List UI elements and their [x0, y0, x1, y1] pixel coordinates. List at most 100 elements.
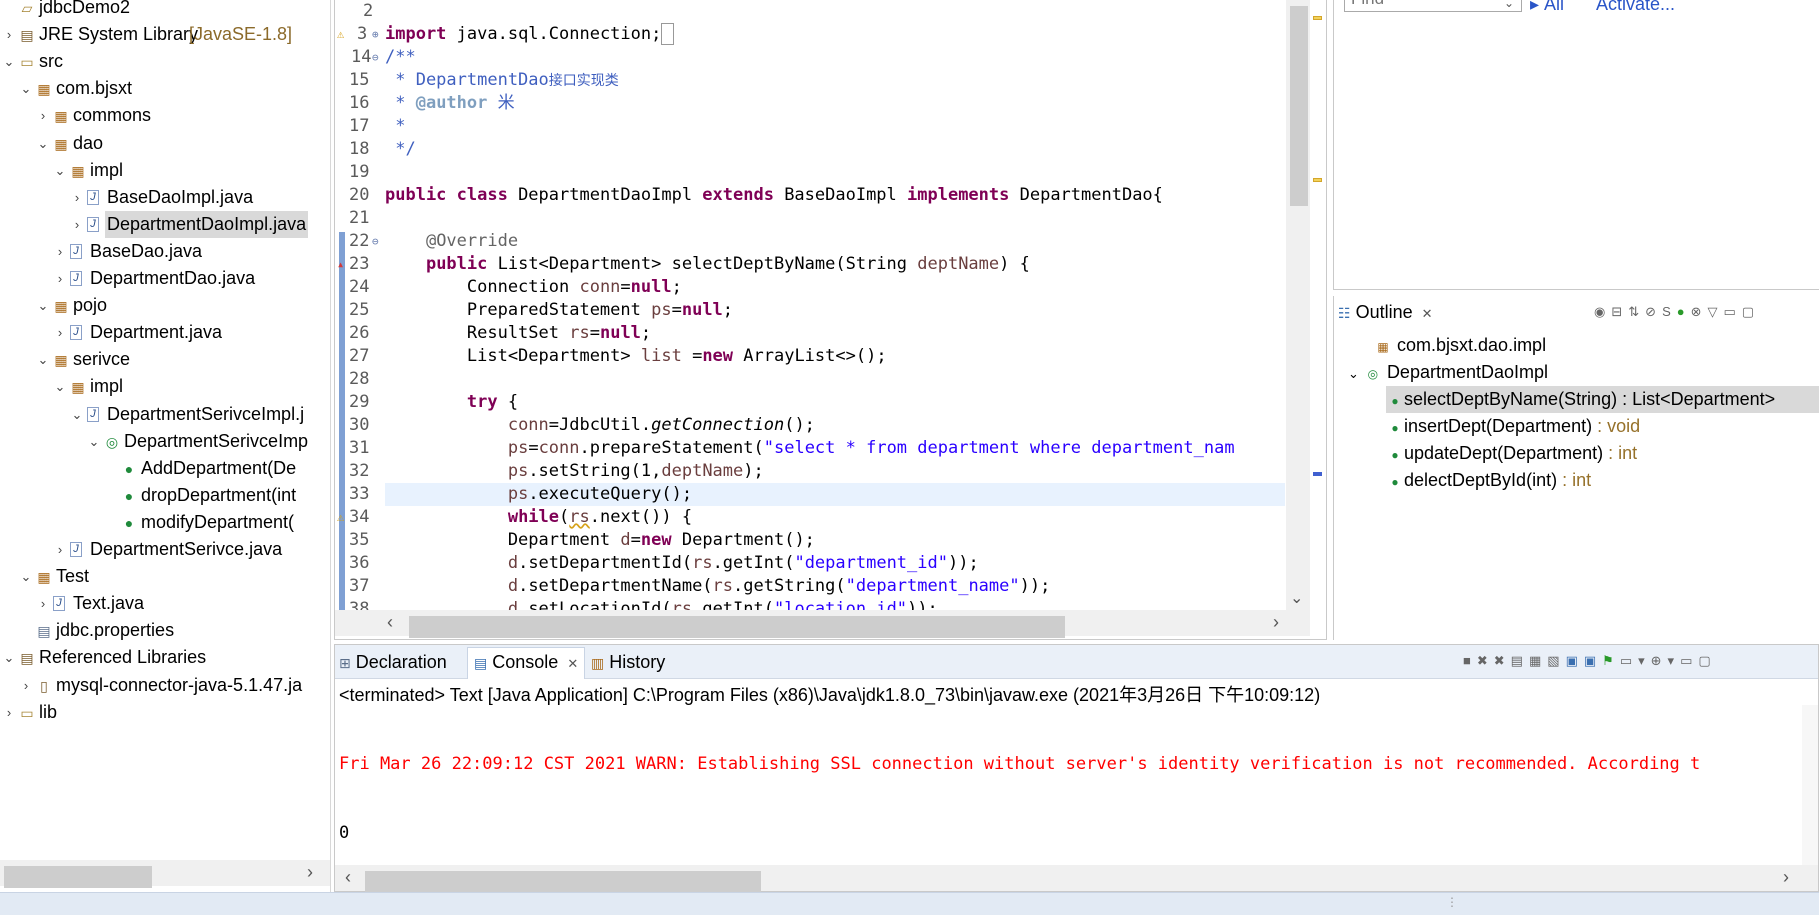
- tree-item[interactable]: › ▤ JRE System Library [JavaSE-1.8]: [0, 21, 330, 48]
- chevron-right-icon[interactable]: ›: [70, 184, 84, 211]
- tree-item[interactable]: ⌄ ▦ dao: [0, 130, 330, 157]
- tree-item[interactable]: › J Department.java: [0, 319, 330, 346]
- code-line[interactable]: try {: [385, 391, 1285, 414]
- maximize-icon[interactable]: ▢: [1698, 653, 1716, 668]
- pin-console-icon[interactable]: ⚑: [1602, 653, 1620, 668]
- warning-marker-icon[interactable]: ⚠: [337, 506, 344, 529]
- chevron-right-icon[interactable]: ›: [53, 319, 67, 346]
- scroll-down-icon[interactable]: ⌄: [1290, 588, 1303, 608]
- code-line[interactable]: while(rs.next()) {: [385, 506, 1285, 529]
- chevron-right-icon[interactable]: ›: [2, 699, 16, 726]
- code-line[interactable]: PreparedStatement ps=null;: [385, 299, 1285, 322]
- code-line[interactable]: ps=conn.prepareStatement("select * from …: [385, 437, 1285, 460]
- code-line[interactable]: * @author 米: [385, 92, 1285, 115]
- close-icon[interactable]: ✕: [567, 656, 578, 671]
- overview-ruler[interactable]: [1310, 0, 1326, 610]
- find-input[interactable]: Find: [1344, 0, 1522, 12]
- code-line[interactable]: @Override: [385, 230, 1285, 253]
- code-line[interactable]: /**: [385, 46, 1285, 69]
- scroll-right-icon[interactable]: ›: [307, 862, 313, 883]
- chevron-right-icon[interactable]: ›: [70, 211, 84, 238]
- current-code-line[interactable]: ps.executeQuery();: [385, 483, 1285, 506]
- outline-package[interactable]: ▦ com.bjsxt.dao.impl: [1374, 332, 1546, 359]
- clear-console-icon[interactable]: ▤: [1511, 653, 1529, 668]
- code-line[interactable]: */: [385, 138, 1285, 161]
- tree-item[interactable]: ⌄ J DepartmentSerivceImpl.j: [0, 401, 330, 428]
- code-line[interactable]: Department d=new Department();: [385, 529, 1285, 552]
- tree-item[interactable]: ▱ jdbcDemo2: [0, 0, 330, 21]
- collapse-all-icon[interactable]: ⊟: [1611, 304, 1628, 319]
- outline-member[interactable]: ● updateDept(Department) : int: [1386, 440, 1637, 467]
- scroll-left-icon[interactable]: ‹: [345, 867, 351, 888]
- fold-collapse-icon[interactable]: ⊖: [372, 230, 379, 253]
- fold-collapse-icon[interactable]: ⊖: [372, 46, 379, 69]
- console-output[interactable]: Fri Mar 26 22:09:12 CST 2021 WARN: Estab…: [339, 707, 1700, 891]
- scroll-right-icon[interactable]: ›: [1783, 867, 1789, 888]
- chevron-right-icon[interactable]: ›: [19, 672, 33, 699]
- scrollbar-thumb[interactable]: [1290, 6, 1308, 206]
- maximize-icon[interactable]: ▢: [1742, 304, 1760, 319]
- editor-horizontal-scrollbar[interactable]: ‹ ›: [335, 610, 1310, 638]
- code-line[interactable]: import java.sql.Connection;: [385, 23, 1285, 46]
- tree-item[interactable]: ● dropDepartment(int: [0, 482, 330, 509]
- terminate-icon[interactable]: ■: [1463, 653, 1477, 668]
- word-wrap-icon[interactable]: ▧: [1547, 653, 1565, 668]
- code-line[interactable]: conn=JdbcUtil.getConnection();: [385, 414, 1285, 437]
- tab-console[interactable]: ▤ Console ✕: [467, 647, 586, 679]
- code-line[interactable]: d.setDepartmentName(rs.getString("depart…: [385, 575, 1285, 598]
- editor-vertical-scrollbar[interactable]: ⌄: [1286, 0, 1310, 610]
- scroll-lock-icon[interactable]: ▦: [1529, 653, 1547, 668]
- tree-item[interactable]: › J DepartmentDao.java: [0, 265, 330, 292]
- chevron-down-icon[interactable]: ⌄: [2, 48, 16, 75]
- scrollbar-thumb[interactable]: [4, 866, 152, 888]
- fold-expand-icon[interactable]: ⊕: [372, 23, 379, 46]
- minimize-icon[interactable]: ▭: [1724, 304, 1742, 319]
- warning-marker-icon[interactable]: ⚠: [337, 23, 344, 46]
- chevron-down-icon[interactable]: ⌄: [1348, 366, 1359, 381]
- chevron-down-icon[interactable]: ⌄: [53, 157, 67, 184]
- override-marker-icon[interactable]: ▴: [337, 253, 344, 276]
- chevron-down-icon[interactable]: ⌄: [36, 292, 50, 319]
- remove-launch-icon[interactable]: ✖: [1477, 653, 1494, 668]
- tree-item[interactable]: › ▭ lib: [0, 699, 330, 726]
- tree-item[interactable]: ⌄ ▦ serivce: [0, 346, 330, 373]
- tab-outline[interactable]: ☷ Outline ✕: [1338, 298, 1433, 326]
- scrollbar-thumb[interactable]: [409, 616, 1065, 638]
- tree-item[interactable]: ⌄ ◎ DepartmentSerivceImp: [0, 428, 330, 455]
- console-vertical-scrollbar[interactable]: [1802, 705, 1818, 867]
- scroll-left-icon[interactable]: ‹: [387, 612, 393, 633]
- outline-member[interactable]: ● insertDept(Department) : void: [1386, 413, 1640, 440]
- hide-local-types-icon[interactable]: ⊗: [1691, 304, 1708, 319]
- code-line[interactable]: [385, 161, 1285, 184]
- tree-item[interactable]: ⌄ ▭ src: [0, 48, 330, 75]
- outline-member[interactable]: ● selectDeptByName(String) : List<Departm…: [1386, 386, 1819, 413]
- chevron-right-icon[interactable]: ›: [53, 536, 67, 563]
- occurrence-annotation-icon[interactable]: [1313, 472, 1322, 476]
- console-horizontal-scrollbar[interactable]: ‹ ›: [335, 865, 1818, 893]
- code-line[interactable]: [385, 207, 1285, 230]
- hide-fields-icon[interactable]: ⊘: [1645, 304, 1662, 319]
- explorer-horizontal-scrollbar[interactable]: ›: [0, 860, 330, 888]
- code-line[interactable]: ps.setString(1,deptName);: [385, 460, 1285, 483]
- tree-item[interactable]: › ▦ commons: [0, 102, 330, 129]
- chevron-down-icon[interactable]: ▾: [1638, 653, 1651, 668]
- code-line[interactable]: * DepartmentDao接口实现类: [385, 69, 1285, 92]
- outline-class[interactable]: ⌄ ◎ DepartmentDaoImpl: [1348, 359, 1548, 386]
- outline-member[interactable]: ● delectDeptById(int) : int: [1386, 467, 1591, 494]
- chevron-down-icon[interactable]: ⌄: [36, 346, 50, 373]
- warning-annotation-icon[interactable]: [1313, 178, 1322, 182]
- warning-annotation-icon[interactable]: [1313, 16, 1322, 20]
- outline-toolbar[interactable]: ◉⊟⇅⊘S●⊗▽▭▢: [1594, 304, 1760, 320]
- code-line[interactable]: Connection conn=null;: [385, 276, 1285, 299]
- code-line[interactable]: d.setDepartmentId(rs.getInt("department_…: [385, 552, 1285, 575]
- tree-item[interactable]: ● AddDepartment(De: [0, 455, 330, 482]
- tab-history[interactable]: ▥ History: [591, 648, 665, 676]
- tree-item[interactable]: ⌄ ▦ impl: [0, 373, 330, 400]
- console-toolbar[interactable]: ■✖✖▤▦▧▣▣⚑▭▾⊕▾▭▢: [1463, 653, 1717, 669]
- view-menu-icon[interactable]: ▽: [1708, 304, 1724, 319]
- tree-item[interactable]: ⌄ ▤ Referenced Libraries: [0, 644, 330, 671]
- chevron-right-icon[interactable]: ›: [36, 102, 50, 129]
- all-link[interactable]: All: [1544, 0, 1564, 15]
- tree-item[interactable]: ⌄ ▦ pojo: [0, 292, 330, 319]
- chevron-down-icon[interactable]: ⌄: [87, 428, 101, 455]
